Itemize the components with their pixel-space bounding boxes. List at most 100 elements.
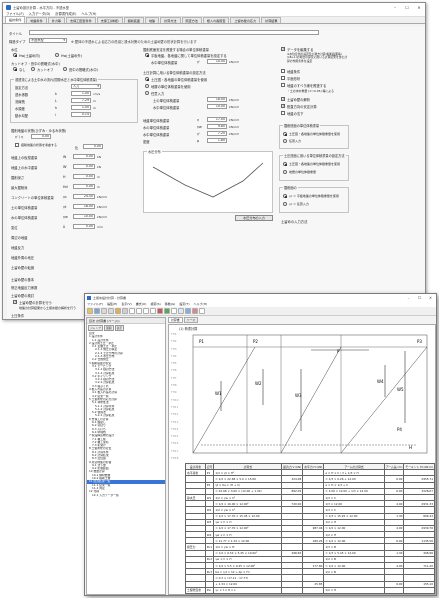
earth-pressure-layer-radio[interactable]	[145, 77, 149, 81]
soil-param-input[interactable]: 0.00	[73, 164, 95, 169]
help-icon[interactable]	[199, 308, 205, 314]
wall-calc-checkbox[interactable]	[13, 299, 17, 304]
menu-file[interactable]: ファイル(F)	[87, 302, 103, 306]
menu-report[interactable]: 計算書作成(E)	[55, 11, 76, 16]
tanaka-radio[interactable]	[63, 67, 67, 71]
close-icon[interactable]: ✕	[413, 5, 425, 10]
structure-type-select[interactable]: 不透水型 ▾	[29, 38, 67, 43]
soil-weight-input[interactable]: 18.00	[207, 97, 227, 102]
bottom-layer-weight-radio[interactable]	[283, 132, 287, 136]
menu-help[interactable]: ヘルプ(H)	[81, 11, 96, 16]
toc-jump-button[interactable]: ジャンプ	[88, 325, 103, 331]
face-manual-radio[interactable]	[283, 202, 287, 206]
minimize-icon[interactable]: –	[389, 5, 401, 10]
copy-icon[interactable]	[115, 308, 121, 314]
tab-calc-method[interactable]: 計算方法	[160, 17, 181, 23]
menu-edit[interactable]: 編集(E)	[107, 302, 117, 306]
flat-ground-radio[interactable]	[145, 53, 149, 57]
toc-expand-button[interactable]: 展開	[103, 325, 114, 331]
page-last-icon[interactable]	[150, 308, 156, 314]
export-icon[interactable]	[178, 308, 184, 314]
permeability-input[interactable]: 1.00	[71, 91, 91, 96]
word-icon[interactable]	[192, 308, 198, 314]
cutoff-none-radio[interactable]	[13, 67, 17, 71]
print-preview-icon[interactable]	[108, 308, 114, 314]
earth-bottom-layer-radio[interactable]	[283, 162, 287, 166]
water-pressure-input-button[interactable]: 水圧分布の入力	[235, 215, 273, 221]
settlement-checkbox[interactable]	[281, 111, 285, 115]
menu-goto[interactable]: 移動(G)	[165, 302, 176, 306]
head-diff-input[interactable]: 1.00	[71, 105, 91, 110]
tab-wall-stress[interactable]: 土留め壁の応力	[230, 17, 261, 23]
tab-support-layout[interactable]: 支保工配置条件	[66, 17, 96, 23]
ground-weight-input[interactable]: 17.00	[207, 117, 227, 122]
toc-item[interactable]: 12-1 入力データ一覧	[87, 494, 165, 497]
buoyant-weight-input[interactable]: 7.20	[207, 131, 227, 136]
tab-design-conditions[interactable]: 設計条件	[5, 16, 26, 23]
cutoff-radio[interactable]	[31, 67, 35, 71]
maximize-icon[interactable]: ☐	[401, 5, 413, 10]
soil-param-input[interactable]: 0.00	[73, 224, 95, 229]
manual-input-radio[interactable]	[145, 91, 149, 95]
submerged-weight-input[interactable]: 10.00	[207, 59, 227, 64]
tab-ground[interactable]: 地盤条件	[26, 17, 47, 23]
zoom-in-icon[interactable]	[157, 308, 163, 314]
maximize-icon[interactable]: ☐	[414, 296, 425, 300]
slip-line-checkbox[interactable]	[281, 83, 285, 87]
seepage-method-select[interactable]: 入力 ▾	[71, 84, 101, 89]
unit-water-weight-input[interactable]: 9.80	[207, 124, 227, 129]
bottom-manual-radio[interactable]	[283, 139, 287, 143]
menu-help[interactable]: ヘルプ(H)	[194, 302, 208, 306]
vertical-stability-checkbox[interactable]	[281, 103, 285, 108]
gradient-input[interactable]: 0.14	[71, 112, 91, 117]
soil-param-input[interactable]: 18.00	[73, 204, 95, 209]
input-window-titlebar[interactable]: 土留め設計計算 - 水平方向 - 不透水型 – ☐ ✕	[3, 3, 425, 11]
edit-data-checkbox[interactable]	[281, 46, 285, 51]
water-weight-input[interactable]: 10.00	[207, 104, 227, 109]
tab-results[interactable]: 計算結果	[261, 17, 282, 23]
tab-support-detail[interactable]: 支保工(詳細)	[96, 17, 123, 23]
soil-param-input[interactable]: 24.50	[73, 194, 95, 199]
menu-search[interactable]: 検索(S)	[150, 302, 160, 306]
menu-data[interactable]: 入力データ(D)	[29, 11, 51, 16]
page-next-icon[interactable]	[143, 308, 149, 314]
flow-length-input[interactable]: 7.29	[71, 98, 91, 103]
settings-icon[interactable]	[185, 308, 191, 314]
minimize-icon[interactable]: –	[403, 296, 414, 300]
zoom-out-icon[interactable]	[164, 308, 170, 314]
stratum-weight-radio[interactable]	[145, 84, 149, 88]
wall-analysis-checkbox[interactable]	[281, 96, 285, 101]
title-input[interactable]	[29, 30, 319, 35]
tab-external-force[interactable]: 外力等	[47, 17, 66, 23]
tab-soil[interactable]: 地盤	[144, 17, 160, 23]
tab-source[interactable]: ソース	[183, 317, 199, 323]
water-level-inside-radio[interactable]	[13, 53, 17, 57]
menu-format[interactable]: 書式(O)	[136, 302, 147, 306]
earth-bottom-stratum-radio[interactable]	[283, 170, 287, 174]
ground-condition-checkbox[interactable]	[281, 69, 285, 73]
print-icon[interactable]	[101, 308, 107, 314]
soil-param-input[interactable]: 10.00	[73, 214, 95, 219]
page-first-icon[interactable]	[129, 308, 135, 314]
tab-excavation-bottom[interactable]: 掘削底面	[123, 17, 144, 23]
page-prev-icon[interactable]	[136, 308, 142, 314]
soil-param-input[interactable]: 0.00	[73, 154, 95, 159]
ground-ratio-input[interactable]: 0.00	[31, 134, 51, 139]
plan-shape-checkbox[interactable]	[281, 76, 285, 80]
tab-report[interactable]: 計算書	[168, 317, 183, 323]
save-icon[interactable]	[94, 308, 100, 314]
ground-state-checkbox[interactable]	[15, 143, 19, 147]
tab-check-method[interactable]: 照査方法	[181, 17, 202, 23]
open-folder-icon[interactable]	[87, 308, 93, 314]
soil-param-input[interactable]: 0.00	[73, 174, 95, 179]
soil-param-input[interactable]: 0.00	[73, 184, 95, 189]
menu-view[interactable]: 表示(V)	[121, 302, 131, 306]
ground-sub-input[interactable]: 0.00	[83, 144, 103, 149]
close-icon[interactable]: ✕	[425, 296, 436, 300]
water-level-outside-radio[interactable]	[55, 53, 59, 57]
face-flat-radio[interactable]	[283, 194, 287, 198]
menu-settings[interactable]: 設定(T)	[179, 302, 189, 306]
tab-embedment[interactable]: 根入れ長照査	[202, 17, 230, 23]
toc-view-button[interactable]: 表示	[114, 325, 125, 331]
search-icon[interactable]	[122, 308, 128, 314]
